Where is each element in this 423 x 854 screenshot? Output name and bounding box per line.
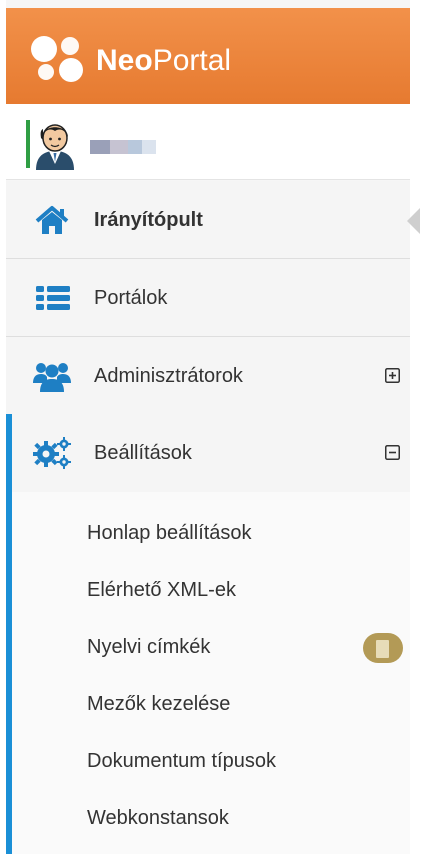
- submenu-item-website-settings[interactable]: Honlap beállítások: [87, 521, 252, 545]
- nav-item-settings-label: Beállítások: [94, 442, 192, 464]
- active-item-caret: [407, 208, 420, 234]
- user-avatar-icon: [36, 124, 74, 170]
- nav-item-dashboard[interactable]: Irányítópult: [6, 181, 410, 259]
- nav-item-portals[interactable]: Portálok: [6, 259, 410, 337]
- brand-name-regular: Portal: [152, 44, 232, 77]
- settings-submenu: [6, 492, 410, 854]
- home-icon: [35, 206, 69, 234]
- brand-name-bold: Neo: [96, 44, 153, 77]
- submenu-item-document-types[interactable]: Dokumentum típusok: [87, 749, 276, 773]
- nav-item-administrators-label: Adminisztrátorok: [94, 365, 243, 387]
- collapse-minus-icon[interactable]: [385, 445, 400, 460]
- users-icon: [33, 363, 71, 392]
- neoportal-logo-icon: [31, 36, 83, 82]
- expand-plus-icon[interactable]: [385, 368, 400, 383]
- submenu-item-language-labels[interactable]: Nyelvi címkék: [87, 635, 210, 659]
- user-profile[interactable]: [6, 104, 410, 180]
- user-name-redacted: [90, 137, 170, 157]
- sidebar: NeoPortal Irányítópult Portálok Adminisz…: [6, 0, 420, 854]
- active-section-bar: [6, 414, 12, 854]
- cogs-icon: [33, 437, 71, 469]
- nav-item-administrators[interactable]: Adminisztrátorok: [6, 337, 410, 415]
- brand-name: NeoPortal: [96, 44, 231, 78]
- submenu-item-field-management[interactable]: Mezők kezelése: [87, 692, 230, 716]
- submenu-item-available-xmls[interactable]: Elérhető XML-ek: [87, 578, 236, 602]
- page-edge-right: [410, 0, 423, 854]
- nav-item-settings[interactable]: Beállítások: [6, 414, 410, 492]
- nav-item-portals-label: Portálok: [94, 287, 168, 309]
- user-status-bar: [26, 120, 30, 168]
- nav-item-dashboard-label: Irányítópult: [94, 209, 203, 231]
- list-icon: [36, 286, 70, 310]
- language-labels-badge: [363, 633, 403, 663]
- submenu-item-web-constants[interactable]: Webkonstansok: [87, 806, 229, 830]
- brand-header[interactable]: NeoPortal: [6, 8, 410, 104]
- document-icon: [376, 640, 389, 658]
